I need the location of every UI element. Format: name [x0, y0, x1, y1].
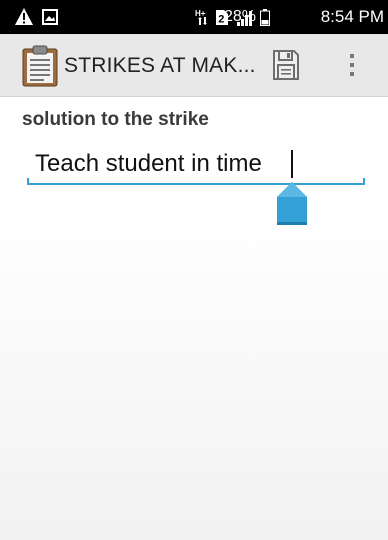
status-right: H+ 2 28% 8:54 PM	[0, 0, 388, 34]
field-label: solution to the strike	[22, 109, 209, 130]
clipboard-icon	[22, 45, 58, 87]
form-content: solution to the strike	[0, 97, 388, 540]
save-icon	[273, 50, 299, 80]
overflow-menu-icon	[350, 54, 354, 76]
page-title: STRIKES AT MAK...	[64, 54, 256, 77]
input-underline-left-tick	[27, 178, 29, 184]
app-bar: STRIKES AT MAK...	[0, 34, 388, 97]
text-selection-handle[interactable]	[276, 182, 308, 227]
clock: 8:54 PM	[320, 7, 384, 26]
svg-text:H+: H+	[195, 9, 206, 18]
status-bar: H+ 2 28% 8:54 PM	[0, 0, 388, 34]
battery-percent: 28%	[223, 8, 256, 25]
solution-input[interactable]	[27, 144, 373, 184]
input-underline-right-tick	[363, 178, 365, 184]
battery-icon	[260, 9, 270, 26]
input-underline	[27, 183, 365, 185]
hplus-network-icon: H+	[195, 9, 207, 25]
overflow-menu-button[interactable]	[340, 48, 364, 84]
text-cursor	[291, 150, 293, 178]
save-button[interactable]	[268, 46, 302, 84]
